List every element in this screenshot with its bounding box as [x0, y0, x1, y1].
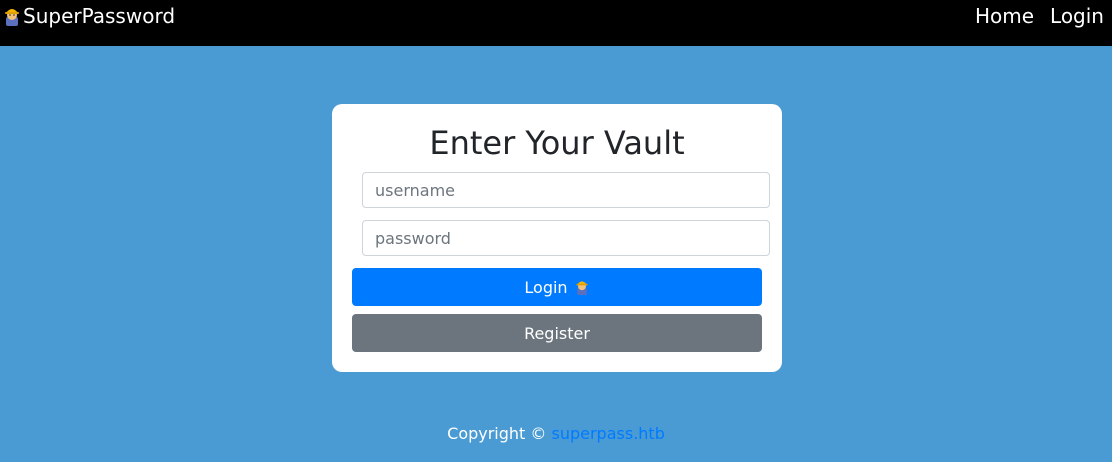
- nav-link-login[interactable]: Login: [1050, 4, 1104, 28]
- username-input[interactable]: [362, 172, 770, 208]
- top-navbar: SuperPassword Home Login: [0, 0, 1112, 46]
- page-title: Enter Your Vault: [429, 124, 685, 162]
- login-button[interactable]: Login: [352, 268, 762, 306]
- footer-site-link[interactable]: superpass.htb: [552, 424, 665, 443]
- brand-label: SuperPassword: [23, 4, 176, 28]
- login-button-label: Login: [524, 277, 568, 297]
- nav-link-home[interactable]: Home: [975, 4, 1034, 28]
- login-card: Enter Your Vault Login Register: [332, 104, 782, 372]
- footer: Copyright © superpass.htb: [0, 424, 1112, 443]
- worker-emoji-icon: [575, 281, 588, 295]
- brand-link[interactable]: SuperPassword: [2, 4, 175, 28]
- register-button[interactable]: Register: [352, 314, 762, 352]
- copyright-text: Copyright ©: [447, 424, 547, 443]
- register-button-label: Register: [524, 323, 590, 343]
- worker-emoji-icon: [5, 9, 19, 26]
- password-input[interactable]: [362, 220, 770, 256]
- nav-links: Home Login: [975, 4, 1104, 28]
